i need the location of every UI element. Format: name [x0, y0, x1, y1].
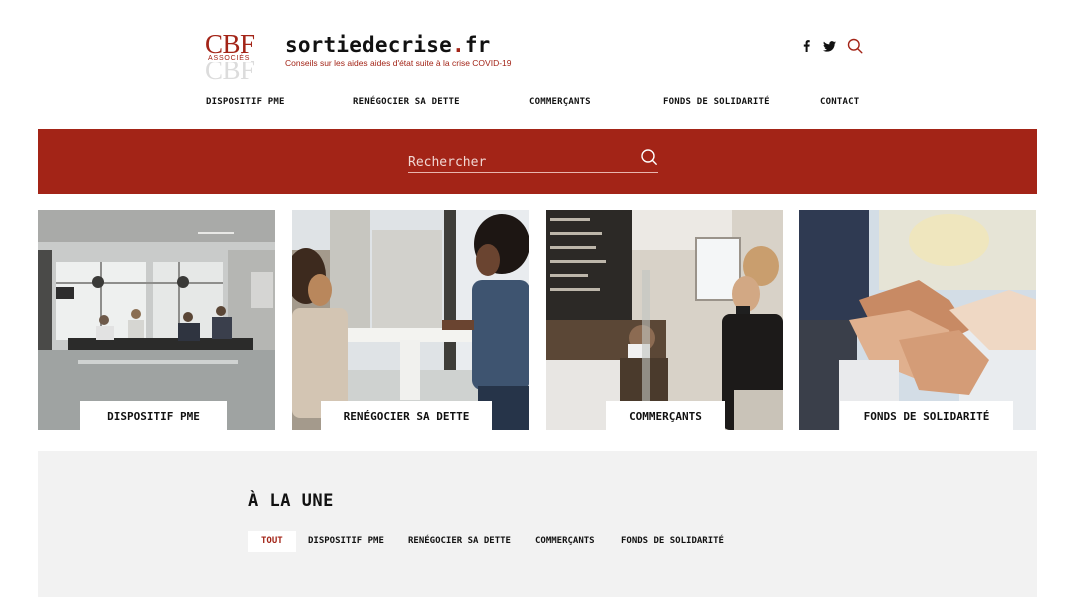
- category-card-dispositif-pme[interactable]: DISPOSITIF PME: [38, 210, 275, 430]
- filter-tab-fonds-solidarite[interactable]: FONDS DE SOLIDARITÉ: [621, 531, 724, 552]
- nav-item-commercants[interactable]: COMMERÇANTS: [529, 97, 591, 107]
- card-label: COMMERÇANTS: [606, 401, 725, 430]
- site-tagline: Conseils sur les aides aides d'état suit…: [285, 58, 512, 68]
- nav-item-fonds-solidarite[interactable]: FONDS DE SOLIDARITÉ: [663, 97, 770, 107]
- logo-subtext: ASSOCIÉS: [207, 55, 252, 62]
- filter-tab-dispositif-pme[interactable]: DISPOSITIF PME: [308, 531, 384, 552]
- twitter-icon[interactable]: [822, 38, 836, 54]
- site-logo[interactable]: CBF CBF ASSOCIÉS: [205, 30, 259, 84]
- site-title[interactable]: sortiedecrise.fr: [285, 33, 491, 57]
- site-title-tld: fr: [464, 33, 491, 57]
- stacked-hands-photo: [799, 210, 1036, 430]
- category-card-renegocier-dette[interactable]: RENÉGOCIER SA DETTE: [292, 210, 529, 430]
- filter-tab-tout[interactable]: TOUT: [248, 531, 296, 552]
- featured-title: À LA UNE: [248, 491, 334, 511]
- search-banner: [38, 129, 1037, 194]
- category-card-commercants[interactable]: COMMERÇANTS: [546, 210, 783, 430]
- coffee-shop-counter-photo: [546, 210, 783, 430]
- meeting-room-photo: [38, 210, 275, 430]
- nav-item-dispositif-pme[interactable]: DISPOSITIF PME: [206, 97, 285, 107]
- search-submit-icon[interactable]: [640, 148, 658, 166]
- featured-section: À LA UNE TOUT DISPOSITIF PME RENÉGOCIER …: [38, 451, 1037, 597]
- filter-tab-renegocier-dette[interactable]: RENÉGOCIER SA DETTE: [408, 531, 511, 552]
- site-title-main: sortiedecrise: [285, 33, 452, 57]
- category-card-fonds-solidarite[interactable]: FONDS DE SOLIDARITÉ: [799, 210, 1036, 430]
- facebook-icon[interactable]: [800, 38, 812, 54]
- search-input[interactable]: [408, 147, 628, 174]
- card-label: DISPOSITIF PME: [80, 401, 227, 430]
- filter-tab-commercants[interactable]: COMMERÇANTS: [535, 531, 595, 552]
- two-women-talking-photo: [292, 210, 529, 430]
- search-icon[interactable]: [846, 38, 864, 54]
- main-navigation: DISPOSITIF PME RENÉGOCIER SA DETTE COMME…: [0, 97, 1071, 109]
- card-label: RENÉGOCIER SA DETTE: [321, 401, 492, 430]
- logo-text: CBF: [205, 29, 255, 59]
- nav-item-renegocier-dette[interactable]: RENÉGOCIER SA DETTE: [353, 97, 460, 107]
- nav-item-contact[interactable]: CONTACT: [820, 97, 859, 107]
- card-label: FONDS DE SOLIDARITÉ: [840, 401, 1013, 430]
- search-field: [408, 147, 658, 174]
- site-title-dot: .: [451, 33, 465, 57]
